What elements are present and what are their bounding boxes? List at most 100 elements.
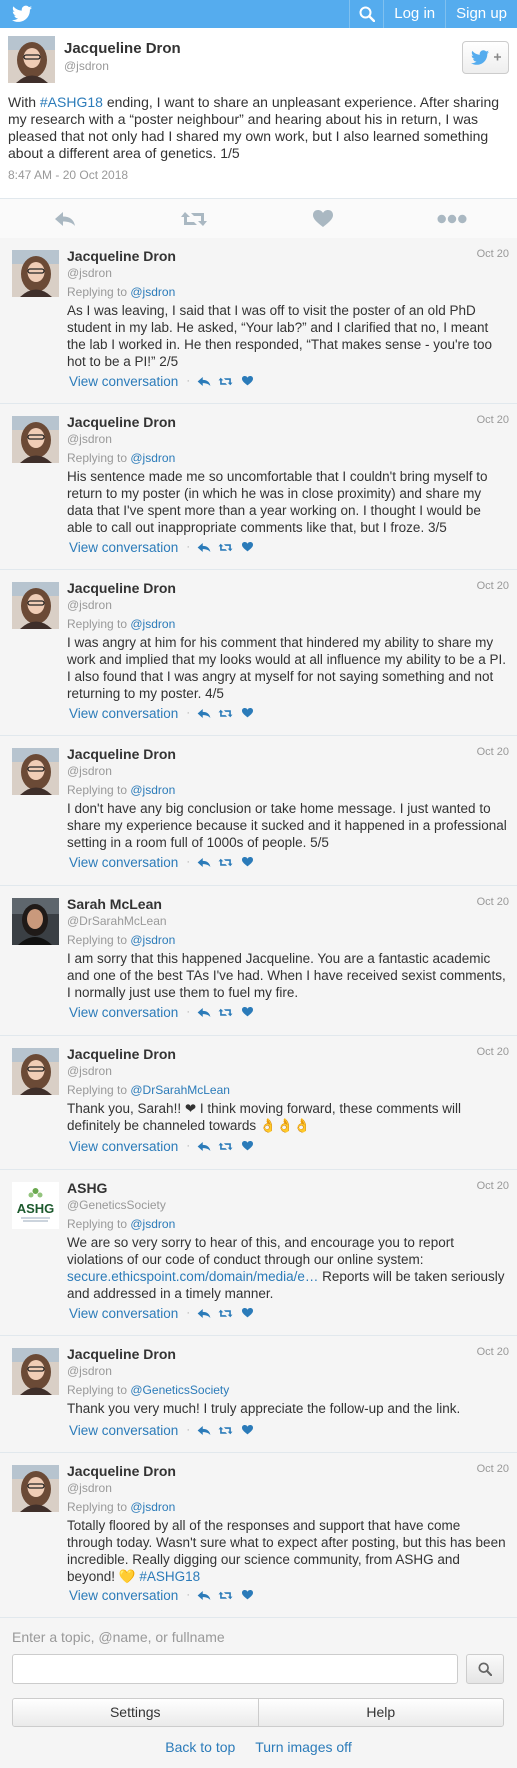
- view-conversation-link[interactable]: View conversation: [69, 706, 178, 721]
- view-conversation-link[interactable]: View conversation: [69, 374, 178, 389]
- tweet-date[interactable]: Oct 20: [477, 414, 509, 426]
- author-name[interactable]: Jacqueline Dron: [67, 1463, 176, 1479]
- author-handle[interactable]: @GeneticsSociety: [67, 1198, 166, 1212]
- avatar[interactable]: [12, 582, 59, 629]
- replying-to-link[interactable]: @GeneticsSociety: [130, 1383, 229, 1397]
- reply-icon[interactable]: [196, 1306, 212, 1320]
- retweet-icon[interactable]: [218, 1306, 234, 1320]
- replying-to-link[interactable]: @jsdron: [130, 783, 175, 797]
- author-handle[interactable]: @jsdron: [67, 1364, 112, 1378]
- author-handle[interactable]: @jsdron: [67, 764, 112, 778]
- author-handle[interactable]: @jsdron: [64, 59, 109, 73]
- like-icon[interactable]: [240, 855, 256, 869]
- replying-to-link[interactable]: @jsdron: [130, 1217, 175, 1231]
- reply-icon[interactable]: [50, 207, 80, 231]
- author-name[interactable]: Jacqueline Dron: [67, 1346, 176, 1362]
- external-link[interactable]: secure.ethicspoint.com/domain/media/e…: [67, 1269, 318, 1284]
- retweet-icon[interactable]: [218, 1139, 234, 1153]
- like-icon[interactable]: [240, 1005, 256, 1019]
- like-icon[interactable]: [240, 706, 256, 720]
- replying-to-link[interactable]: @jsdron: [130, 933, 175, 947]
- search-input[interactable]: [12, 1654, 458, 1684]
- tweet-date[interactable]: Oct 20: [477, 1180, 509, 1192]
- replying-to-link[interactable]: @jsdron: [130, 1500, 175, 1514]
- author-name[interactable]: Jacqueline Dron: [64, 40, 181, 57]
- author-name[interactable]: Jacqueline Dron: [67, 1046, 176, 1062]
- tweet-date[interactable]: Oct 20: [477, 746, 509, 758]
- reply-icon[interactable]: [196, 1005, 212, 1019]
- author-handle[interactable]: @jsdron: [67, 1064, 112, 1078]
- tweet-date[interactable]: Oct 20: [477, 248, 509, 260]
- reply-icon[interactable]: [196, 540, 212, 554]
- avatar[interactable]: [8, 36, 55, 83]
- login-link[interactable]: Log in: [383, 0, 445, 28]
- retweet-icon[interactable]: [218, 855, 234, 869]
- avatar[interactable]: [12, 1465, 59, 1512]
- view-conversation-link[interactable]: View conversation: [69, 1139, 178, 1154]
- reply-icon[interactable]: [196, 1139, 212, 1153]
- avatar[interactable]: [12, 250, 59, 297]
- reply-icon[interactable]: [196, 1588, 212, 1602]
- retweet-icon[interactable]: [218, 1005, 234, 1019]
- replying-to-link[interactable]: @jsdron: [130, 451, 175, 465]
- retweet-icon[interactable]: [218, 374, 234, 388]
- view-conversation-link[interactable]: View conversation: [69, 855, 178, 870]
- like-icon[interactable]: [240, 1588, 256, 1602]
- avatar[interactable]: [12, 898, 59, 945]
- view-conversation-link[interactable]: View conversation: [69, 1005, 178, 1020]
- tweet-date[interactable]: Oct 20: [477, 1346, 509, 1358]
- ashg-logo-avatar[interactable]: ASHG: [12, 1182, 59, 1229]
- replying-to-link[interactable]: @jsdron: [130, 617, 175, 631]
- turn-images-off-link[interactable]: Turn images off: [255, 1739, 352, 1755]
- author-name[interactable]: Jacqueline Dron: [67, 580, 176, 596]
- replying-to-link[interactable]: @DrSarahMcLean: [130, 1083, 230, 1097]
- like-icon[interactable]: [240, 540, 256, 554]
- retweet-icon[interactable]: [179, 207, 209, 231]
- settings-button[interactable]: Settings: [13, 1699, 258, 1726]
- more-options-icon[interactable]: [437, 207, 467, 231]
- like-icon[interactable]: [308, 207, 338, 231]
- retweet-icon[interactable]: [218, 1423, 234, 1437]
- hashtag-link[interactable]: #ASHG18: [139, 1569, 200, 1584]
- tweet-date[interactable]: Oct 20: [477, 896, 509, 908]
- tweet-date[interactable]: Oct 20: [477, 1463, 509, 1475]
- view-conversation-link[interactable]: View conversation: [69, 1588, 178, 1603]
- reply-icon[interactable]: [196, 855, 212, 869]
- replying-to-link[interactable]: @jsdron: [130, 285, 175, 299]
- like-icon[interactable]: [240, 1139, 256, 1153]
- author-handle[interactable]: @DrSarahMcLean: [67, 914, 167, 928]
- twitter-bird-icon[interactable]: [12, 5, 32, 23]
- avatar[interactable]: [12, 1348, 59, 1395]
- view-conversation-link[interactable]: View conversation: [69, 1423, 178, 1438]
- reply-icon[interactable]: [196, 374, 212, 388]
- avatar[interactable]: [12, 1048, 59, 1095]
- signup-link[interactable]: Sign up: [445, 0, 517, 28]
- view-conversation-link[interactable]: View conversation: [69, 1306, 178, 1321]
- author-name[interactable]: Sarah McLean: [67, 896, 162, 912]
- author-handle[interactable]: @jsdron: [67, 598, 112, 612]
- author-name[interactable]: Jacqueline Dron: [67, 414, 176, 430]
- search-submit-button[interactable]: [466, 1654, 504, 1684]
- author-name[interactable]: Jacqueline Dron: [67, 746, 176, 762]
- like-icon[interactable]: [240, 1423, 256, 1437]
- avatar[interactable]: [12, 748, 59, 795]
- retweet-icon[interactable]: [218, 1588, 234, 1602]
- help-button[interactable]: Help: [257, 1699, 503, 1726]
- tweet-date[interactable]: Oct 20: [477, 1046, 509, 1058]
- hashtag-link[interactable]: #ASHG18: [40, 94, 103, 110]
- author-handle[interactable]: @jsdron: [67, 432, 112, 446]
- like-icon[interactable]: [240, 374, 256, 388]
- view-conversation-link[interactable]: View conversation: [69, 540, 178, 555]
- retweet-icon[interactable]: [218, 540, 234, 554]
- author-handle[interactable]: @jsdron: [67, 1481, 112, 1495]
- retweet-icon[interactable]: [218, 706, 234, 720]
- search-button[interactable]: [349, 0, 383, 28]
- like-icon[interactable]: [240, 1306, 256, 1320]
- back-to-top-link[interactable]: Back to top: [165, 1739, 235, 1755]
- author-name[interactable]: ASHG: [67, 1180, 107, 1196]
- reply-icon[interactable]: [196, 1423, 212, 1437]
- author-handle[interactable]: @jsdron: [67, 266, 112, 280]
- tweet-timestamp[interactable]: 8:47 AM - 20 Oct 2018: [8, 168, 128, 182]
- tweet-date[interactable]: Oct 20: [477, 580, 509, 592]
- author-name[interactable]: Jacqueline Dron: [67, 248, 176, 264]
